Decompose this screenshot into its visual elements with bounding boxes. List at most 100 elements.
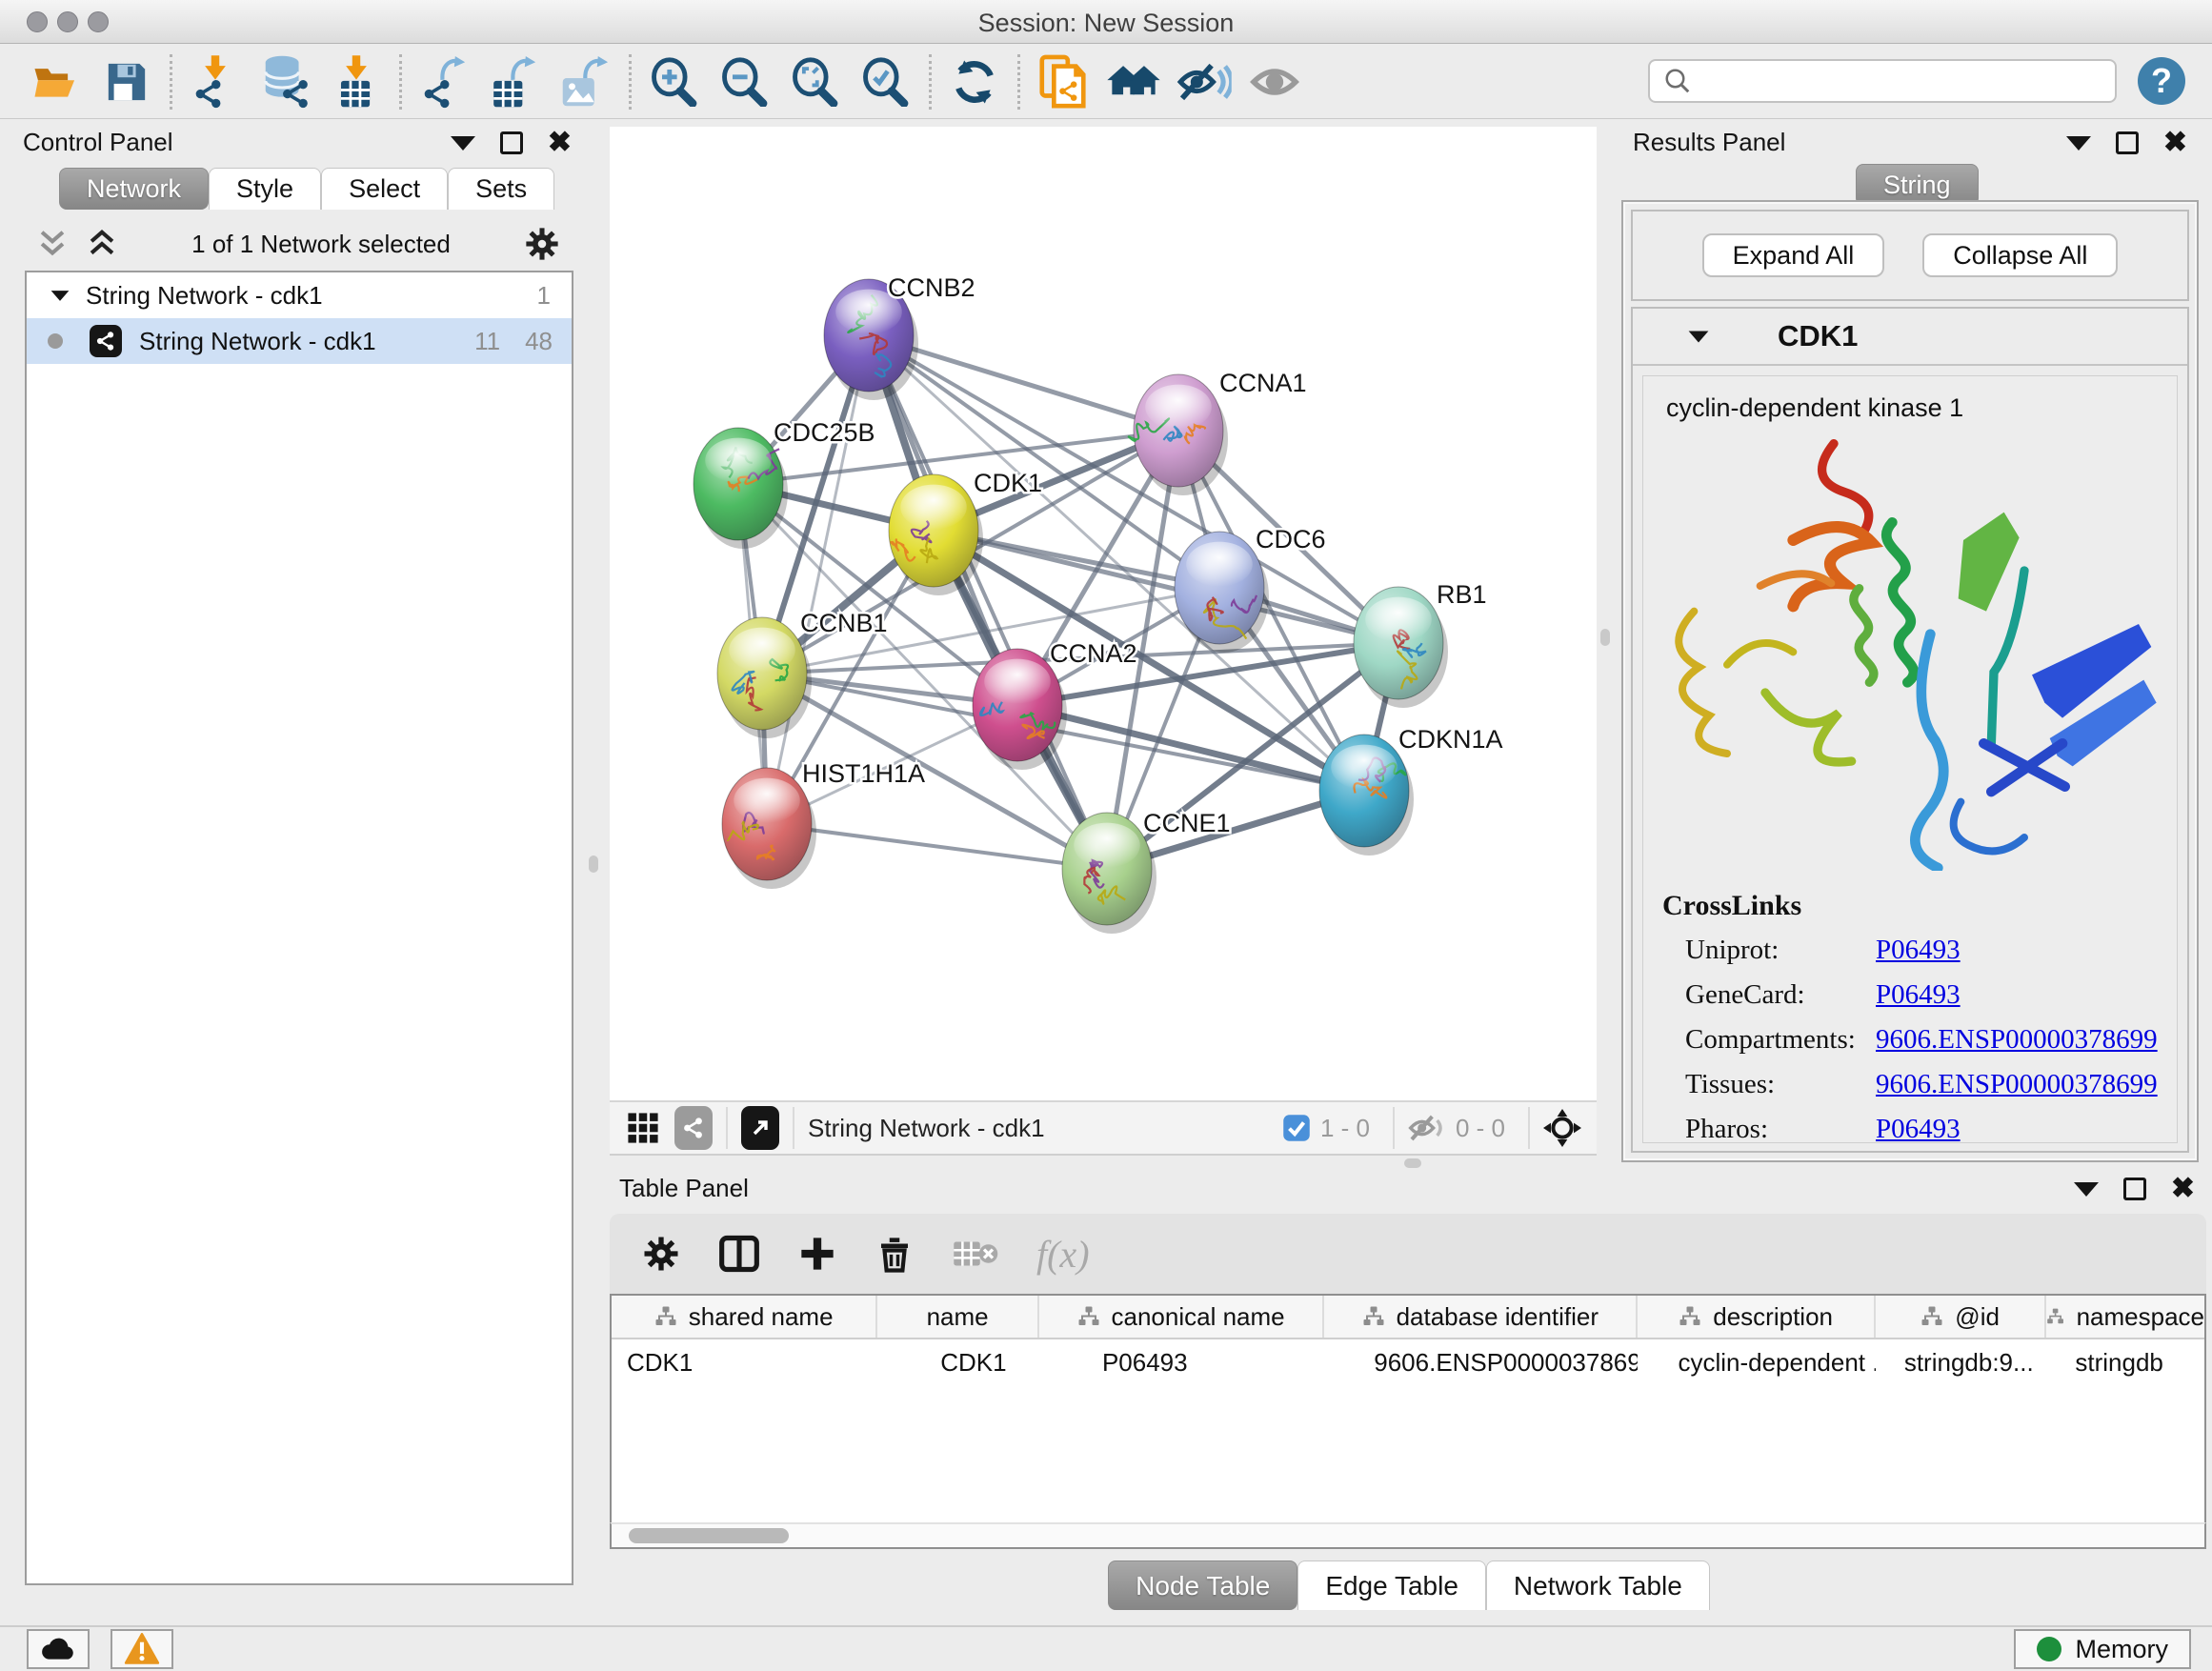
tab-edge-table[interactable]: Edge Table <box>1297 1560 1486 1610</box>
node-label-ccnb1[interactable]: CCNB1 <box>800 609 888 637</box>
node-label-ccna1[interactable]: CCNA1 <box>1219 369 1307 397</box>
results-buttons-row: Expand All Collapse All <box>1631 210 2189 301</box>
selected-checkbox-icon[interactable] <box>1282 1114 1311 1142</box>
cell-database-identifier[interactable]: 9606.ENSP00000378699 <box>1324 1339 1638 1385</box>
save-session-button[interactable] <box>91 51 162 112</box>
crosslink-uniprot-link[interactable]: P06493 <box>1876 935 1961 966</box>
zoom-out-button[interactable] <box>710 51 780 112</box>
status-bar: Memory <box>0 1625 2212 1671</box>
node-label-cdc25b[interactable]: CDC25B <box>774 418 875 447</box>
crosslink-genecard-link[interactable]: P06493 <box>1876 979 1961 1011</box>
import-table-button[interactable] <box>321 51 392 112</box>
results-panel-menu-button[interactable] <box>2066 136 2091 151</box>
protein-collapse-icon[interactable] <box>1689 331 1709 342</box>
cell-canonical-name[interactable]: P06493 <box>1039 1339 1324 1385</box>
network-share-pill-icon[interactable] <box>674 1106 713 1150</box>
table-panel-float-button[interactable] <box>2123 1178 2146 1200</box>
crosslink-pharos-link[interactable]: P06493 <box>1876 1114 1961 1143</box>
table-options-gear-icon[interactable] <box>642 1235 680 1273</box>
show-columns-icon[interactable] <box>718 1233 760 1275</box>
open-folder-icon <box>31 61 81 103</box>
column-header-id[interactable]: @id <box>1876 1296 2047 1338</box>
hide-selected-button[interactable] <box>1169 51 1239 112</box>
control-panel-close-button[interactable]: ✖ <box>548 131 572 154</box>
tab-sets[interactable]: Sets <box>448 168 554 210</box>
zoom-fit-button[interactable] <box>780 51 851 112</box>
search-input[interactable] <box>1699 62 2115 100</box>
network-canvas[interactable]: CCNB2 CCNA1 CDC25B CDK1 CDC6 RB1 CCNB1 CCNA2 CDK… <box>610 127 1597 1100</box>
cell-shared-name[interactable]: CDK1 <box>612 1339 877 1385</box>
results-panel-close-button[interactable]: ✖ <box>2163 131 2187 154</box>
export-table-button[interactable] <box>480 51 551 112</box>
node-label-ccne1[interactable]: CCNE1 <box>1143 809 1231 837</box>
collapse-all-icon[interactable] <box>36 230 69 258</box>
collapse-all-button[interactable]: Collapse All <box>1922 233 2118 277</box>
right-splitter-handle[interactable] <box>1600 629 1610 646</box>
open-in-window-icon[interactable] <box>741 1106 779 1150</box>
clone-network-button[interactable] <box>1028 51 1098 112</box>
export-network-button[interactable] <box>410 51 480 112</box>
column-header-shared-name[interactable]: shared name <box>612 1296 877 1338</box>
fit-content-crosshair-icon[interactable] <box>1543 1109 1581 1147</box>
import-network-database-button[interactable] <box>251 51 321 112</box>
add-column-plus-icon[interactable] <box>798 1235 836 1273</box>
tab-network-table[interactable]: Network Table <box>1486 1560 1710 1610</box>
table-row[interactable]: CDK1 CDK1 P06493 9606.ENSP00000378699 cy… <box>612 1339 2204 1385</box>
crosslink-tissues-link[interactable]: 9606.ENSP00000378699 <box>1876 1069 2158 1100</box>
column-header-description[interactable]: description <box>1638 1296 1875 1338</box>
zoom-in-button[interactable] <box>639 51 710 112</box>
column-header-database-identifier[interactable]: database identifier <box>1324 1296 1638 1338</box>
help-button[interactable]: ? <box>2138 57 2185 105</box>
node-label-ccnb2[interactable]: CCNB2 <box>888 273 975 302</box>
node-label-cdk1[interactable]: CDK1 <box>974 469 1042 497</box>
left-splitter-handle[interactable] <box>589 856 598 873</box>
zoom-selected-button[interactable] <box>851 51 921 112</box>
network-row[interactable]: String Network - cdk1 11 48 <box>27 318 572 364</box>
delete-column-trash-icon[interactable] <box>875 1234 915 1274</box>
expand-all-button[interactable]: Expand All <box>1702 233 1885 277</box>
cell-name[interactable]: CDK1 <box>877 1339 1039 1385</box>
table-horizontal-scrollbar[interactable] <box>610 1522 2206 1549</box>
search-icon <box>1663 67 1692 95</box>
expand-all-icon[interactable] <box>86 230 118 258</box>
hidden-eye-icon[interactable] <box>1408 1113 1446 1143</box>
collection-expand-icon[interactable] <box>51 291 70 301</box>
table-panel-close-button[interactable]: ✖ <box>2171 1178 2195 1200</box>
node-label-cdc6[interactable]: CDC6 <box>1256 525 1326 554</box>
open-session-button[interactable] <box>21 51 91 112</box>
import-network-file-button[interactable] <box>180 51 251 112</box>
cell-namespace[interactable]: stringdb <box>2046 1339 2204 1385</box>
node-label-cdkn1a[interactable]: CDKN1A <box>1398 725 1503 754</box>
memory-button[interactable]: Memory <box>2014 1629 2191 1669</box>
crosslink-compartments-link[interactable]: 9606.ENSP00000378699 <box>1876 1024 2158 1056</box>
protein-section-header[interactable]: CDK1 <box>1633 309 2187 366</box>
column-header-name[interactable]: name <box>877 1296 1039 1338</box>
scrollbar-thumb[interactable] <box>629 1528 789 1543</box>
show-all-button[interactable] <box>1239 51 1310 112</box>
network-overview-button[interactable] <box>1098 51 1169 112</box>
warnings-button[interactable] <box>111 1629 173 1669</box>
tab-style[interactable]: Style <box>209 168 321 210</box>
node-label-rb1[interactable]: RB1 <box>1437 580 1487 609</box>
tab-node-table[interactable]: Node Table <box>1108 1560 1297 1610</box>
network-collection-row[interactable]: String Network - cdk1 1 <box>27 272 572 318</box>
table-panel-menu-button[interactable] <box>2074 1182 2099 1197</box>
column-header-canonical-name[interactable]: canonical name <box>1039 1296 1324 1338</box>
node-label-ccna2[interactable]: CCNA2 <box>1050 639 1137 668</box>
control-panel-menu-button[interactable] <box>451 136 475 151</box>
control-panel-float-button[interactable] <box>500 131 523 154</box>
network-graph[interactable]: CCNB2 CCNA1 CDC25B CDK1 CDC6 RB1 CCNB1 CCNA2 CDK… <box>610 127 1597 1100</box>
apply-layout-button[interactable] <box>939 51 1010 112</box>
results-panel-float-button[interactable] <box>2116 131 2139 154</box>
tab-select[interactable]: Select <box>321 168 448 210</box>
export-image-button[interactable] <box>551 51 621 112</box>
cell-description[interactable]: cyclin-dependent ... <box>1638 1339 1875 1385</box>
network-options-gear-icon[interactable] <box>524 226 560 262</box>
birds-eye-grid-icon[interactable] <box>627 1112 659 1144</box>
node-label-hist1h1a[interactable]: HIST1H1A <box>802 759 925 788</box>
bottom-splitter-handle[interactable] <box>1404 1158 1421 1168</box>
cell-id[interactable]: stringdb:9... <box>1876 1339 2047 1385</box>
cloud-status-button[interactable] <box>27 1629 90 1669</box>
tab-network[interactable]: Network <box>59 168 209 210</box>
column-header-namespace[interactable]: namespace <box>2046 1296 2204 1338</box>
